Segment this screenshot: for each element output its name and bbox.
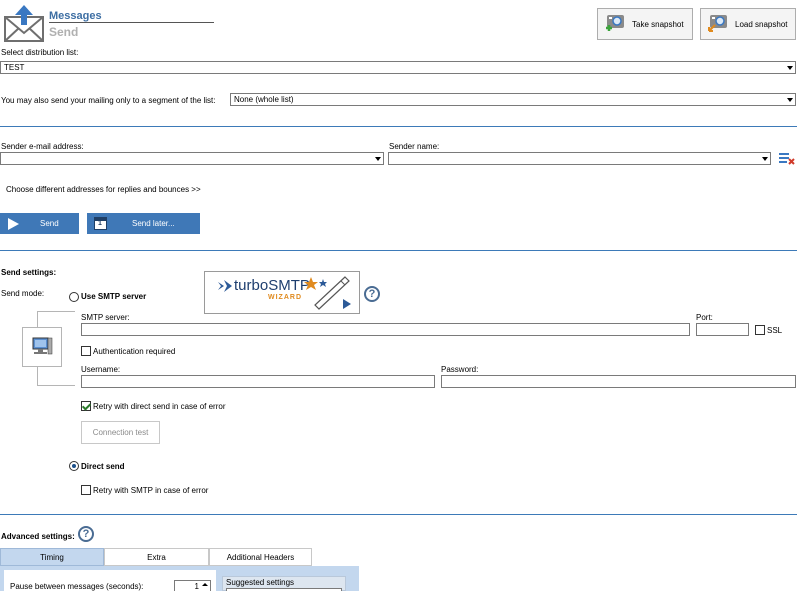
auth-required-label: Authentication required [93, 347, 176, 356]
password-input[interactable] [441, 375, 796, 388]
username-label: Username: [81, 365, 121, 374]
send-label: Send [40, 219, 59, 228]
retry-direct-checkbox[interactable] [81, 401, 91, 411]
connection-test-label: Connection test [92, 428, 149, 437]
port-input[interactable] [696, 323, 749, 336]
connection-test-button[interactable]: Connection test [81, 421, 160, 444]
sender-email-label: Sender e-mail address: [1, 142, 84, 151]
stepper-up-icon[interactable] [202, 583, 208, 586]
segment-value: None (whole list) [234, 95, 294, 104]
title-underline [49, 22, 214, 23]
page-title: Messages [49, 10, 102, 22]
turbosmtp-wizard-button[interactable]: turboSMTP WIZARD [204, 271, 360, 314]
clear-list-icon[interactable] [778, 151, 796, 166]
send-mode-label: Send mode: [1, 289, 45, 298]
send-settings-heading: Send settings: [1, 268, 57, 277]
sender-email-field[interactable] [0, 152, 384, 165]
chevron-down-icon [787, 66, 793, 70]
send-later-label: Send later... [132, 219, 175, 228]
send-later-button[interactable]: 1 Send later... [87, 213, 200, 234]
suggested-settings-label: Suggested settings [226, 578, 295, 587]
use-smtp-radio[interactable] [69, 292, 79, 302]
segment-select[interactable]: None (whole list) [230, 93, 796, 106]
tab-extra[interactable]: Extra [104, 548, 209, 566]
take-snapshot-label: Take snapshot [632, 19, 684, 29]
tab-additional-headers[interactable]: Additional Headers [209, 548, 312, 566]
send-button[interactable]: Send [0, 213, 79, 234]
pause-stepper[interactable]: 1 [174, 580, 211, 591]
replies-bounces-link[interactable]: Choose different addresses for replies a… [6, 185, 201, 194]
section-divider [0, 126, 797, 127]
direct-send-radio[interactable] [69, 461, 79, 471]
direct-send-label[interactable]: Direct send [81, 462, 125, 471]
section-divider [0, 514, 797, 515]
section-divider [0, 250, 797, 251]
sender-name-field[interactable] [388, 152, 771, 165]
page-subtitle: Send [49, 25, 79, 39]
password-label: Password: [441, 365, 479, 374]
retry-smtp-label: Retry with SMTP in case of error [93, 486, 209, 495]
calendar-day: 1 [98, 220, 102, 227]
turbosmtp-logo-text: turboSMTP [234, 277, 310, 294]
load-snapshot-label: Load snapshot [735, 19, 788, 29]
play-icon [8, 217, 19, 230]
smtp-server-label: SMTP server: [81, 313, 130, 322]
help-icon[interactable]: ? [78, 526, 94, 542]
camera-add-icon [604, 12, 626, 36]
use-smtp-label[interactable]: Use SMTP server [81, 292, 146, 301]
username-input[interactable] [81, 375, 435, 388]
pause-label: Pause between messages (seconds): [10, 582, 144, 591]
turbosmtp-logo-icon [218, 280, 232, 292]
sender-name-label: Sender name: [389, 142, 440, 151]
distribution-list-value: TEST [4, 63, 25, 72]
computer-icon [22, 327, 62, 367]
ssl-label: SSL [767, 326, 783, 335]
envelope-up-icon [3, 3, 45, 43]
distribution-list-label: Select distribution list: [1, 48, 79, 57]
load-snapshot-button[interactable]: Load snapshot [700, 8, 796, 40]
advanced-settings-heading: Advanced settings: [1, 532, 75, 541]
smtp-server-input[interactable] [81, 323, 690, 336]
retry-direct-label: Retry with direct send in case of error [93, 402, 226, 411]
auth-required-checkbox[interactable] [81, 346, 91, 356]
distribution-list-select[interactable]: TEST [0, 61, 796, 74]
port-label: Port: [696, 313, 713, 322]
retry-smtp-checkbox[interactable] [81, 485, 91, 495]
calendar-icon: 1 [94, 217, 107, 230]
chevron-down-icon [762, 157, 768, 161]
tab-timing[interactable]: Timing [0, 548, 104, 566]
help-icon[interactable]: ? [364, 286, 380, 302]
magic-wand-icon [303, 273, 353, 313]
take-snapshot-button[interactable]: Take snapshot [597, 8, 693, 40]
turbosmtp-wizard-text: WIZARD [268, 294, 302, 301]
chevron-down-icon [787, 98, 793, 102]
pause-value: 1 [194, 582, 199, 591]
ssl-checkbox[interactable] [755, 325, 765, 335]
segment-label: You may also send your mailing only to a… [1, 96, 216, 105]
camera-load-icon [707, 12, 729, 36]
chevron-down-icon [375, 157, 381, 161]
